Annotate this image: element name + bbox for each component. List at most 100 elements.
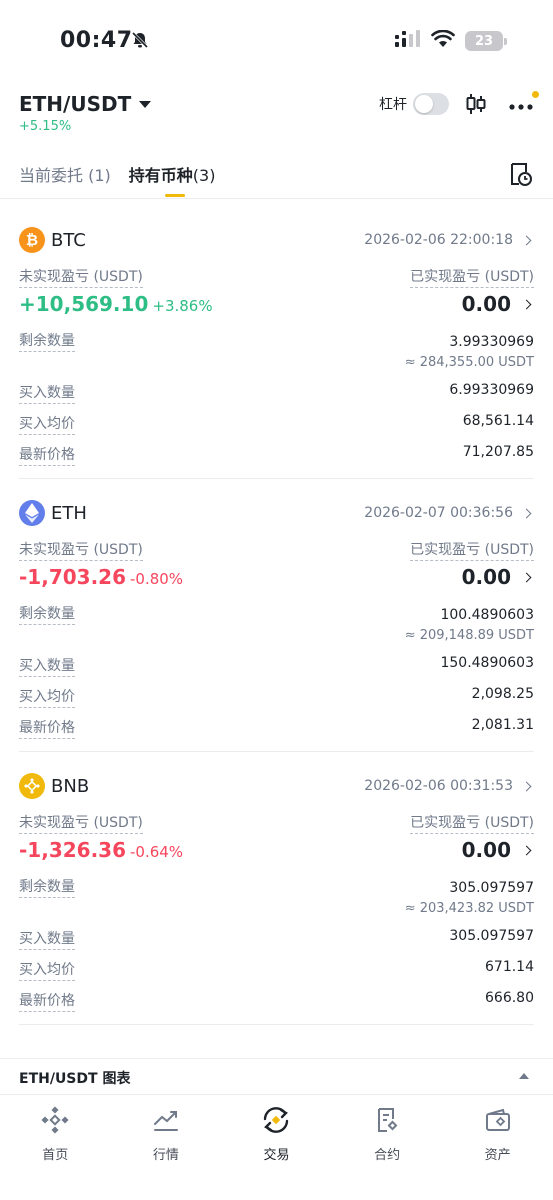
nav-label: 行情 <box>152 1148 179 1163</box>
last-price-label[interactable]: 最新价格 <box>19 990 75 1012</box>
nav-assets[interactable]: 资产 <box>442 1100 553 1163</box>
wallet-icon <box>484 1104 512 1136</box>
nav-futures[interactable]: 合约 <box>332 1100 443 1163</box>
chevron-right-icon <box>521 572 532 582</box>
bought-qty-value: 150.4890603 <box>440 655 534 671</box>
remaining-value-usdt: ≈ 284,355.00 USDT <box>404 355 534 370</box>
chevron-right-icon <box>521 845 532 855</box>
chart-toggle-label[interactable]: ETH/USDT 图表 <box>19 1068 130 1088</box>
nav-markets[interactable]: 行情 <box>111 1100 222 1163</box>
avg-price-label[interactable]: 买入均价 <box>19 413 75 435</box>
chevron-right-icon <box>521 781 532 791</box>
realized-pnl-label[interactable]: 已实现盈亏 (USDT) <box>410 266 534 288</box>
remaining-qty-value: 3.99330969 <box>449 334 534 350</box>
futures-icon <box>373 1104 401 1136</box>
bottom-nav: 首页 行情 交易 合约 资产 <box>0 1100 553 1163</box>
signal-icon <box>395 30 421 52</box>
bell-muted-icon <box>130 30 150 54</box>
realized-pnl-label[interactable]: 已实现盈亏 (USDT) <box>410 812 534 834</box>
holding-time-link[interactable]: 2026-02-06 22:00:18 <box>364 232 534 248</box>
holding-time-link[interactable]: 2026-02-06 00:31:53 <box>364 778 534 794</box>
avg-price-label[interactable]: 买入均价 <box>19 686 75 708</box>
unrealized-pnl-percent: -0.80% <box>130 570 184 588</box>
nav-label: 资产 <box>484 1148 511 1163</box>
bought-qty-label[interactable]: 买入数量 <box>19 655 75 677</box>
nav-label: 交易 <box>263 1148 290 1163</box>
holding-card-eth: ETH 2026-02-07 00:36:56 未实现盈亏 (USDT) 已实现… <box>19 499 534 739</box>
home-icon <box>41 1104 69 1136</box>
last-price-label[interactable]: 最新价格 <box>19 444 75 466</box>
candlestick-icon[interactable] <box>465 92 487 116</box>
last-price-label[interactable]: 最新价格 <box>19 717 75 739</box>
holding-time: 2026-02-07 00:36:56 <box>364 505 513 521</box>
chevron-right-icon <box>521 235 532 245</box>
status-bar: 00:47 23 <box>0 0 553 80</box>
avg-price-value: 671.14 <box>485 959 534 975</box>
caret-up-icon[interactable] <box>519 1073 529 1079</box>
bought-qty-label[interactable]: 买入数量 <box>19 928 75 950</box>
status-time: 00:47 <box>60 28 133 53</box>
chart-bar-divider <box>0 1058 553 1059</box>
realized-pnl-link[interactable]: 0.00 <box>462 838 534 862</box>
remaining-qty-value: 305.097597 <box>449 880 534 896</box>
more-icon[interactable] <box>509 90 539 110</box>
remaining-value-usdt: ≈ 203,423.82 USDT <box>404 901 534 916</box>
realized-pnl-value: 0.00 <box>461 838 511 862</box>
tabs-divider <box>0 198 553 199</box>
nav-trade[interactable]: 交易 <box>221 1100 332 1163</box>
unrealized-pnl-value: -1,703.26 <box>19 565 126 589</box>
leverage-label: 杠杆 <box>379 97 407 113</box>
wifi-icon <box>431 29 455 52</box>
notification-dot <box>532 90 539 98</box>
pair-selector[interactable]: ETH/USDT <box>19 92 152 116</box>
caret-down-icon <box>139 100 152 108</box>
realized-pnl-value: 0.00 <box>461 565 511 589</box>
bought-qty-value: 6.99330969 <box>449 382 534 398</box>
coin-symbol: BNB <box>51 775 90 797</box>
order-history-icon[interactable] <box>509 162 533 192</box>
last-price-value: 666.80 <box>485 990 534 1006</box>
unrealized-pnl-label[interactable]: 未实现盈亏 (USDT) <box>19 812 143 834</box>
unrealized-pnl-label[interactable]: 未实现盈亏 (USDT) <box>19 539 143 561</box>
pair-change: +5.15% <box>19 119 72 134</box>
remaining-qty-label[interactable]: 剩余数量 <box>19 876 75 898</box>
ethereum-icon <box>19 500 45 526</box>
tab-holdings[interactable]: 持有币种(3) <box>129 162 216 198</box>
tab-count: (1) <box>88 166 111 185</box>
avg-price-value: 68,561.14 <box>462 413 534 429</box>
bought-qty-value: 305.097597 <box>449 928 534 944</box>
battery-indicator: 23 <box>465 31 507 51</box>
leverage-toggle[interactable] <box>413 93 449 115</box>
unrealized-pnl-value: +10,569.10 <box>19 292 149 316</box>
realized-pnl-label[interactable]: 已实现盈亏 (USDT) <box>410 539 534 561</box>
remaining-qty-label[interactable]: 剩余数量 <box>19 603 75 625</box>
unrealized-pnl-percent: +3.86% <box>152 297 213 315</box>
card-divider <box>19 1024 534 1025</box>
unrealized-pnl-value: -1,326.36 <box>19 838 126 862</box>
holding-card-btc: ₿ BTC 2026-02-06 22:00:18 未实现盈亏 (USDT) 已… <box>19 226 534 466</box>
nav-label: 首页 <box>42 1148 69 1163</box>
nav-home[interactable]: 首页 <box>0 1100 111 1163</box>
realized-pnl-link[interactable]: 0.00 <box>462 292 534 316</box>
unrealized-pnl-percent: -0.64% <box>130 843 184 861</box>
unrealized-pnl-label[interactable]: 未实现盈亏 (USDT) <box>19 266 143 288</box>
avg-price-value: 2,098.25 <box>471 686 534 702</box>
header-actions: 杠杆 <box>379 90 539 116</box>
remaining-qty-label[interactable]: 剩余数量 <box>19 330 75 352</box>
coin-symbol: BTC <box>51 229 86 251</box>
coin-symbol: ETH <box>51 502 87 524</box>
holding-time-link[interactable]: 2026-02-07 00:36:56 <box>364 505 534 521</box>
bought-qty-label[interactable]: 买入数量 <box>19 382 75 404</box>
pair-name: ETH/USDT <box>19 92 132 116</box>
bitcoin-icon: ₿ <box>19 227 45 253</box>
tab-open-orders[interactable]: 当前委托 (1) <box>19 162 111 198</box>
trade-icon <box>261 1104 291 1136</box>
remaining-value-usdt: ≈ 209,148.89 USDT <box>404 628 534 643</box>
tab-count: (3) <box>192 166 216 185</box>
tab-label: 当前委托 <box>19 166 84 185</box>
nav-label: 合约 <box>374 1148 401 1163</box>
avg-price-label[interactable]: 买入均价 <box>19 959 75 981</box>
realized-pnl-value: 0.00 <box>461 292 511 316</box>
realized-pnl-link[interactable]: 0.00 <box>462 565 534 589</box>
chevron-right-icon <box>521 508 532 518</box>
